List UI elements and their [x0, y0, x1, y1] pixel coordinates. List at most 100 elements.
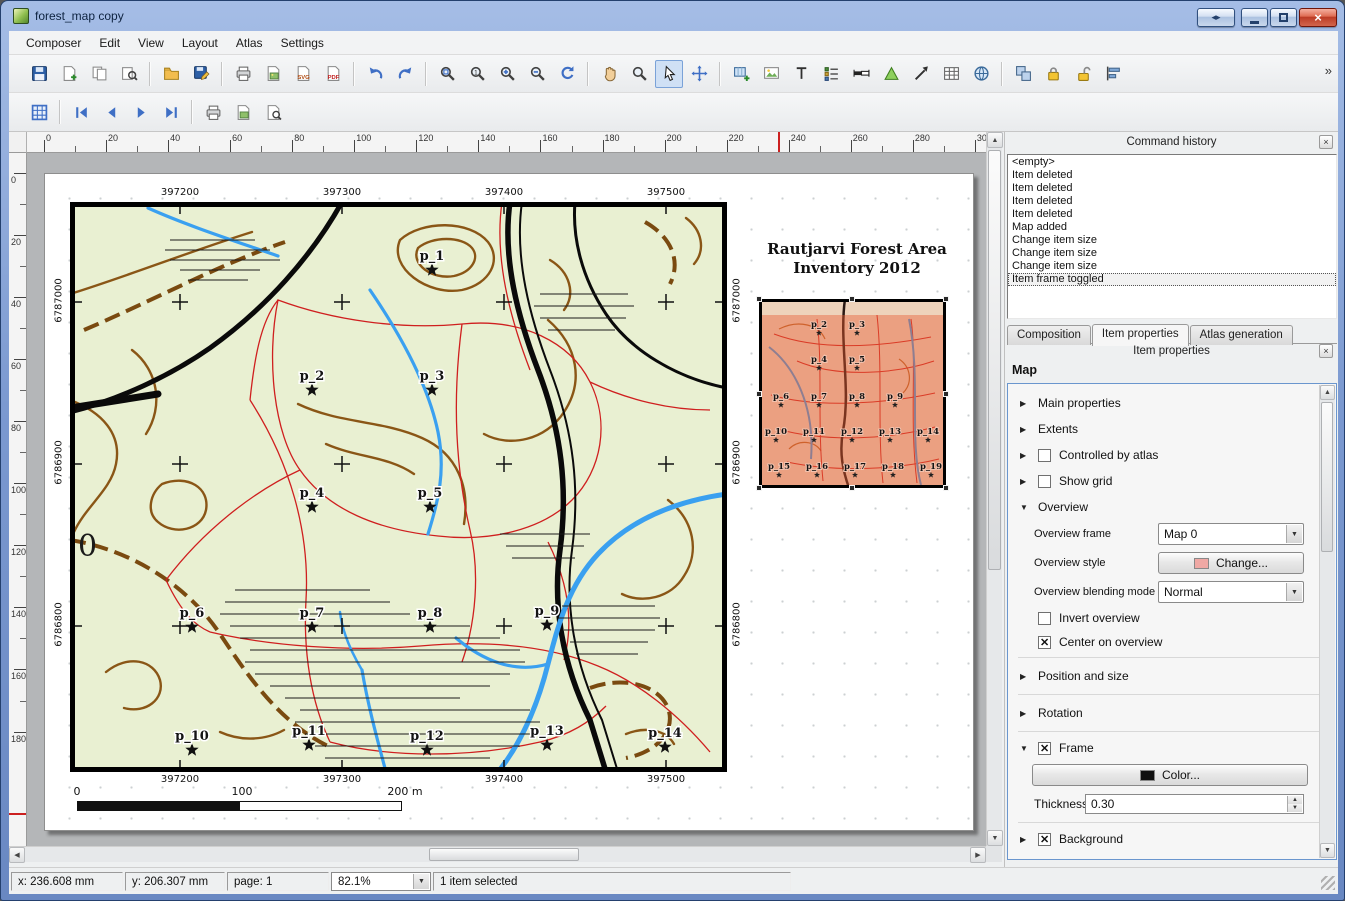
overview-style-change-button[interactable]: Change... [1158, 552, 1304, 574]
scalebar-item[interactable] [77, 801, 402, 811]
zoom-actual-button[interactable]: 1 [463, 60, 491, 88]
chevron-down-icon[interactable]: ▼ [1286, 583, 1302, 601]
section-background[interactable]: Background [1059, 832, 1123, 846]
menu-item-settings[interactable]: Settings [272, 32, 333, 54]
atlas-last-button[interactable] [157, 98, 185, 126]
expand-arrow-icon[interactable]: ▶ [1020, 425, 1030, 434]
spin-up-icon[interactable]: ▲ [1288, 796, 1302, 804]
section-main-properties[interactable]: Main properties [1038, 396, 1121, 410]
close-icon[interactable]: × [1319, 135, 1333, 149]
print-atlas-button[interactable] [199, 98, 227, 126]
zoom-out-button[interactable] [523, 60, 551, 88]
menu-item-atlas[interactable]: Atlas [227, 32, 272, 54]
add-legend-button[interactable] [817, 60, 845, 88]
close-button[interactable]: × [1299, 8, 1337, 27]
add-scalebar-button[interactable] [847, 60, 875, 88]
composer-canvas[interactable]: 0 p_1p_2p_3p_4p_5p_6p_7p_8p_9p_10p_11p_1… [27, 153, 986, 846]
overview-map-item[interactable]: p_2p_3p_4p_5p_6p_7p_8p_9p_10p_11p_12p_13… [759, 299, 946, 488]
history-item[interactable]: Item deleted [1008, 182, 1336, 195]
composition-title[interactable]: Rautjarvi Forest Area Inventory 2012 [737, 240, 977, 278]
atlas-prev-button[interactable] [97, 98, 125, 126]
menu-item-edit[interactable]: Edit [90, 32, 129, 54]
unlock-items-button[interactable] [1069, 60, 1097, 88]
chevron-down-icon[interactable]: ▼ [1286, 525, 1302, 543]
maximize-button[interactable] [1270, 8, 1297, 27]
menu-item-layout[interactable]: Layout [173, 32, 227, 54]
section-frame[interactable]: Frame [1059, 741, 1094, 755]
selection-handle[interactable] [849, 296, 855, 302]
history-item[interactable]: Map added [1008, 221, 1336, 234]
atlas-first-button[interactable] [67, 98, 95, 126]
lock-items-button[interactable] [1039, 60, 1067, 88]
chevron-down-icon[interactable]: ▼ [413, 874, 429, 889]
canvas-vertical-scrollbar[interactable]: ▲ ▼ [986, 132, 1002, 846]
zoom-full-button[interactable] [433, 60, 461, 88]
expand-arrow-icon[interactable]: ▶ [1020, 835, 1030, 844]
toolbar-overflow-chevron[interactable]: » [1325, 63, 1332, 78]
add-arrow-button[interactable] [907, 60, 935, 88]
scroll-up-icon[interactable]: ▲ [1320, 385, 1335, 400]
composer-manager-button[interactable] [115, 60, 143, 88]
zoom-combo[interactable]: 82.1%▼ [331, 872, 431, 891]
selection-handle[interactable] [943, 485, 949, 491]
add-table-button[interactable] [937, 60, 965, 88]
add-shape-button[interactable] [877, 60, 905, 88]
overview-blending-combo[interactable]: Normal▼ [1158, 581, 1304, 603]
properties-scrollbar[interactable]: ▲ ▼ [1319, 385, 1335, 858]
tab-composition[interactable]: Composition [1007, 325, 1091, 345]
export-image-button[interactable] [259, 60, 287, 88]
section-controlled-by-atlas[interactable]: Controlled by atlas [1059, 448, 1158, 462]
selection-handle[interactable] [849, 485, 855, 491]
window-dock-button[interactable]: ◂▸ [1197, 8, 1235, 27]
thickness-spinbox[interactable]: 0.30 ▲▼ [1085, 794, 1304, 814]
selection-handle[interactable] [756, 391, 762, 397]
atlas-settings-button[interactable] [259, 98, 287, 126]
add-map-button[interactable] [727, 60, 755, 88]
atlas-next-button[interactable] [127, 98, 155, 126]
atlas-preview-button[interactable] [25, 98, 53, 126]
tab-atlas-generation[interactable]: Atlas generation [1190, 325, 1293, 345]
selection-handle[interactable] [943, 296, 949, 302]
section-overview[interactable]: Overview [1038, 500, 1088, 514]
add-image-button[interactable] [757, 60, 785, 88]
horizontal-scroll-thumb[interactable] [429, 848, 579, 861]
align-items-button[interactable] [1099, 60, 1127, 88]
scroll-down-icon[interactable]: ▼ [987, 830, 1003, 846]
selection-handle[interactable] [756, 296, 762, 302]
zoom-in-button[interactable] [493, 60, 521, 88]
controlled-by-atlas-checkbox[interactable] [1038, 449, 1051, 462]
command-history-list[interactable]: <empty>Item deletedItem deletedItem dele… [1007, 154, 1337, 319]
scroll-left-icon[interactable]: ◀ [9, 847, 25, 863]
history-item[interactable]: <empty> [1008, 156, 1336, 169]
move-item-content-button[interactable] [685, 60, 713, 88]
vertical-scroll-thumb[interactable] [988, 150, 1001, 570]
expand-arrow-icon[interactable]: ▶ [1020, 477, 1030, 486]
add-label-button[interactable] [787, 60, 815, 88]
frame-color-button[interactable]: Color... [1032, 764, 1308, 786]
expand-arrow-icon[interactable]: ▶ [1020, 399, 1030, 408]
canvas-horizontal-scrollbar[interactable]: ◀ ▶ [9, 846, 986, 862]
frame-checkbox[interactable] [1038, 742, 1051, 755]
zoom-button[interactable] [625, 60, 653, 88]
export-svg-button[interactable]: SVG [289, 60, 317, 88]
scroll-right-icon[interactable]: ▶ [970, 847, 986, 863]
menu-item-view[interactable]: View [129, 32, 173, 54]
scroll-up-icon[interactable]: ▲ [987, 132, 1003, 148]
history-item[interactable]: Change item size [1008, 247, 1336, 260]
center-on-overview-checkbox[interactable] [1038, 636, 1051, 649]
collapse-arrow-icon[interactable]: ▼ [1020, 503, 1030, 512]
pan-button[interactable] [595, 60, 623, 88]
tab-item-properties[interactable]: Item properties [1092, 324, 1189, 346]
spin-down-icon[interactable]: ▼ [1288, 804, 1302, 812]
section-rotation[interactable]: Rotation [1038, 706, 1083, 720]
selection-handle[interactable] [943, 391, 949, 397]
undo-button[interactable] [361, 60, 389, 88]
section-show-grid[interactable]: Show grid [1059, 474, 1112, 488]
refresh-button[interactable] [553, 60, 581, 88]
save-template-button[interactable] [187, 60, 215, 88]
expand-arrow-icon[interactable]: ▶ [1020, 451, 1030, 460]
print-button[interactable] [229, 60, 257, 88]
save-button[interactable] [25, 60, 53, 88]
history-item[interactable]: Change item size [1008, 234, 1336, 247]
expand-arrow-icon[interactable]: ▶ [1020, 709, 1030, 718]
